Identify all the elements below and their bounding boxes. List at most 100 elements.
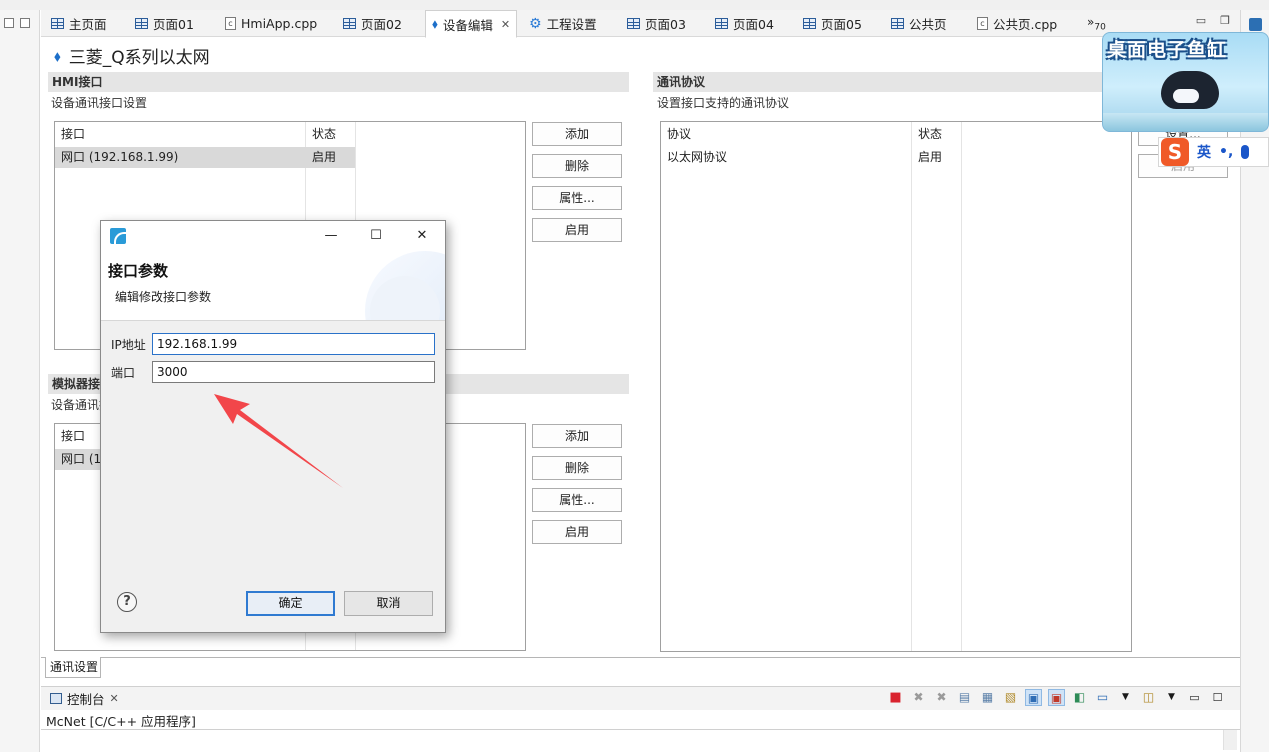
device-title: 三菱_Q系列以太网 (68, 48, 210, 68)
restore-panel-icon[interactable] (20, 18, 30, 28)
minimize-editor-icon[interactable]: ▭ (1196, 14, 1206, 27)
port-input[interactable] (152, 361, 435, 383)
dialog-subtitle: 编辑修改接口参数 (115, 290, 212, 304)
cpp-file-icon: c (225, 17, 236, 30)
maximize-icon[interactable]: ☐ (361, 225, 391, 247)
hmi-interface-subtitle: 设备通讯接口设置 (51, 96, 148, 110)
maximize-view-icon[interactable]: ☐ (1209, 689, 1226, 706)
tab-label: 页面05 (821, 17, 862, 32)
grid-page-icon (627, 18, 640, 29)
show-on-error-icon[interactable]: ▣ (1048, 689, 1065, 706)
dialog-title: 接口参数 (108, 262, 169, 280)
scroll-lock-icon[interactable]: ▦ (979, 689, 996, 706)
tab-project-settings[interactable]: ⚙ 工程设置 (523, 10, 603, 37)
close-tab-icon[interactable]: ✕ (501, 18, 510, 31)
tab-label: 页面02 (361, 17, 402, 32)
hmi-add-button[interactable]: 添加 (532, 122, 622, 146)
cancel-button[interactable]: 取消 (344, 591, 433, 616)
clear-console-icon[interactable]: ▤ (956, 689, 973, 706)
desktop-aquarium-widget[interactable]: 桌面电子鱼缸 (1102, 32, 1269, 132)
console-tools: ■ ✖ ✖ ▤ ▦ ▧ ▣ ▣ ◧ ▭ ▼ ◫ ▼ ▭ ☐ (887, 689, 1226, 706)
minimize-view-icon[interactable]: ▭ (1186, 689, 1203, 706)
minimize-panel-icon[interactable] (4, 18, 14, 28)
console-scrollbar[interactable] (1223, 730, 1237, 750)
tab-common-page[interactable]: 公共页 (885, 10, 953, 37)
tab-label: 设备编辑 (442, 17, 493, 33)
cube-icon[interactable] (1249, 18, 1262, 31)
tab-page01[interactable]: 页面01 (129, 10, 200, 37)
app-logo-icon (110, 228, 126, 244)
close-console-icon[interactable]: ✕ (110, 692, 119, 705)
grid-page-icon (803, 18, 816, 29)
sea-floor-decoration (1103, 113, 1268, 131)
tab-page04[interactable]: 页面04 (709, 10, 780, 37)
simulator-delete-button[interactable]: 删除 (532, 456, 622, 480)
tab-communication-settings[interactable]: 通讯设置 (45, 657, 101, 678)
tab-common-page-cpp[interactable]: c 公共页.cpp (971, 10, 1063, 37)
console-output[interactable] (41, 729, 1240, 752)
tab-overflow-chevron-icon: »70 (1087, 14, 1106, 33)
grid-page-icon (891, 18, 904, 29)
tab-device-edit[interactable]: ⬧ 设备编辑 ✕ (425, 10, 518, 38)
help-icon[interactable]: ? (117, 592, 137, 612)
interface-params-dialog: — ☐ ✕ 接口参数 编辑修改接口参数 IP地址 端口 ? 确定 取消 (100, 220, 446, 633)
show-on-output-icon[interactable]: ▣ (1025, 689, 1042, 706)
remove-all-launches-icon[interactable]: ✖ (933, 689, 950, 706)
grid-page-icon (51, 18, 64, 29)
top-strip (0, 0, 1269, 10)
column-header-interface[interactable]: 接口 (55, 122, 305, 146)
interface-cell: 网口 (192.168.1.99) (61, 150, 179, 164)
simulator-properties-button[interactable]: 属性... (532, 488, 622, 512)
protocol-name-cell[interactable]: 以太网协议 (661, 147, 727, 168)
editor-window-controls: ▭ ❐ (1196, 14, 1230, 27)
word-wrap-icon[interactable]: ▧ (1002, 689, 1019, 706)
pin-console-icon[interactable]: ◧ (1071, 689, 1088, 706)
tab-main-page[interactable]: 主页面 (45, 10, 113, 37)
maximize-editor-icon[interactable]: ❐ (1220, 14, 1230, 27)
tab-label: 公共页 (909, 17, 947, 32)
column-header-protocol[interactable]: 协议 (661, 122, 911, 146)
ip-address-input[interactable] (152, 333, 435, 355)
grid-page-icon (343, 18, 356, 29)
sogou-logo-icon[interactable]: S (1161, 138, 1189, 166)
terminate-icon[interactable]: ■ (887, 689, 904, 706)
console-tab[interactable]: 控制台 ✕ (50, 689, 119, 708)
tab-page05[interactable]: 页面05 (797, 10, 868, 37)
gear-icon: ⚙ (529, 15, 542, 32)
simulator-add-button[interactable]: 添加 (532, 424, 622, 448)
chevron-down-icon[interactable]: ▼ (1117, 689, 1134, 706)
tab-label: 主页面 (69, 17, 107, 32)
chevron-down-icon[interactable]: ▼ (1163, 689, 1180, 706)
tab-page03[interactable]: 页面03 (621, 10, 692, 37)
close-icon[interactable]: ✕ (407, 225, 437, 247)
ime-punctuation-toggle[interactable]: •, (1219, 144, 1233, 160)
ime-language-toggle[interactable]: 英 (1197, 142, 1211, 162)
column-header-status[interactable]: 状态 (912, 122, 962, 146)
bottom-tab-divider (41, 657, 1240, 658)
hmi-delete-button[interactable]: 删除 (532, 154, 622, 178)
remove-launch-icon[interactable]: ✖ (910, 689, 927, 706)
hmi-enable-button[interactable]: 启用 (532, 218, 622, 242)
tab-label: 页面01 (153, 17, 194, 32)
dialog-titlebar[interactable]: — ☐ ✕ (101, 221, 445, 251)
display-console-icon[interactable]: ▭ (1094, 689, 1111, 706)
grid-page-icon (715, 18, 728, 29)
microphone-icon[interactable] (1241, 145, 1250, 159)
simulator-enable-button[interactable]: 启用 (532, 520, 622, 544)
plug-icon: ⬧ (432, 16, 438, 32)
widget-title: 桌面电子鱼缸 (1107, 39, 1228, 61)
tab-overflow-count: 70 (1094, 22, 1106, 33)
tab-page02[interactable]: 页面02 (337, 10, 408, 37)
tab-hmiapp-cpp[interactable]: c HmiApp.cpp (219, 10, 323, 37)
editor-tab-bar: 主页面 页面01 c HmiApp.cpp 页面02 ⬧ 设备编辑 ✕ ⚙ 工程设置 页… (41, 10, 1240, 38)
ok-button[interactable]: 确定 (246, 591, 335, 616)
ip-address-label: IP地址 (111, 338, 146, 352)
minimize-icon[interactable]: — (316, 225, 346, 247)
column-header-status[interactable]: 状态 (306, 122, 356, 146)
tab-label: 页面03 (645, 17, 686, 32)
ime-toolbar: S 英 •, (1158, 137, 1269, 167)
tab-label: 公共页.cpp (993, 17, 1058, 32)
hmi-properties-button[interactable]: 属性... (532, 186, 622, 210)
plug-icon: ⬧ (54, 46, 61, 65)
open-console-icon[interactable]: ◫ (1140, 689, 1157, 706)
